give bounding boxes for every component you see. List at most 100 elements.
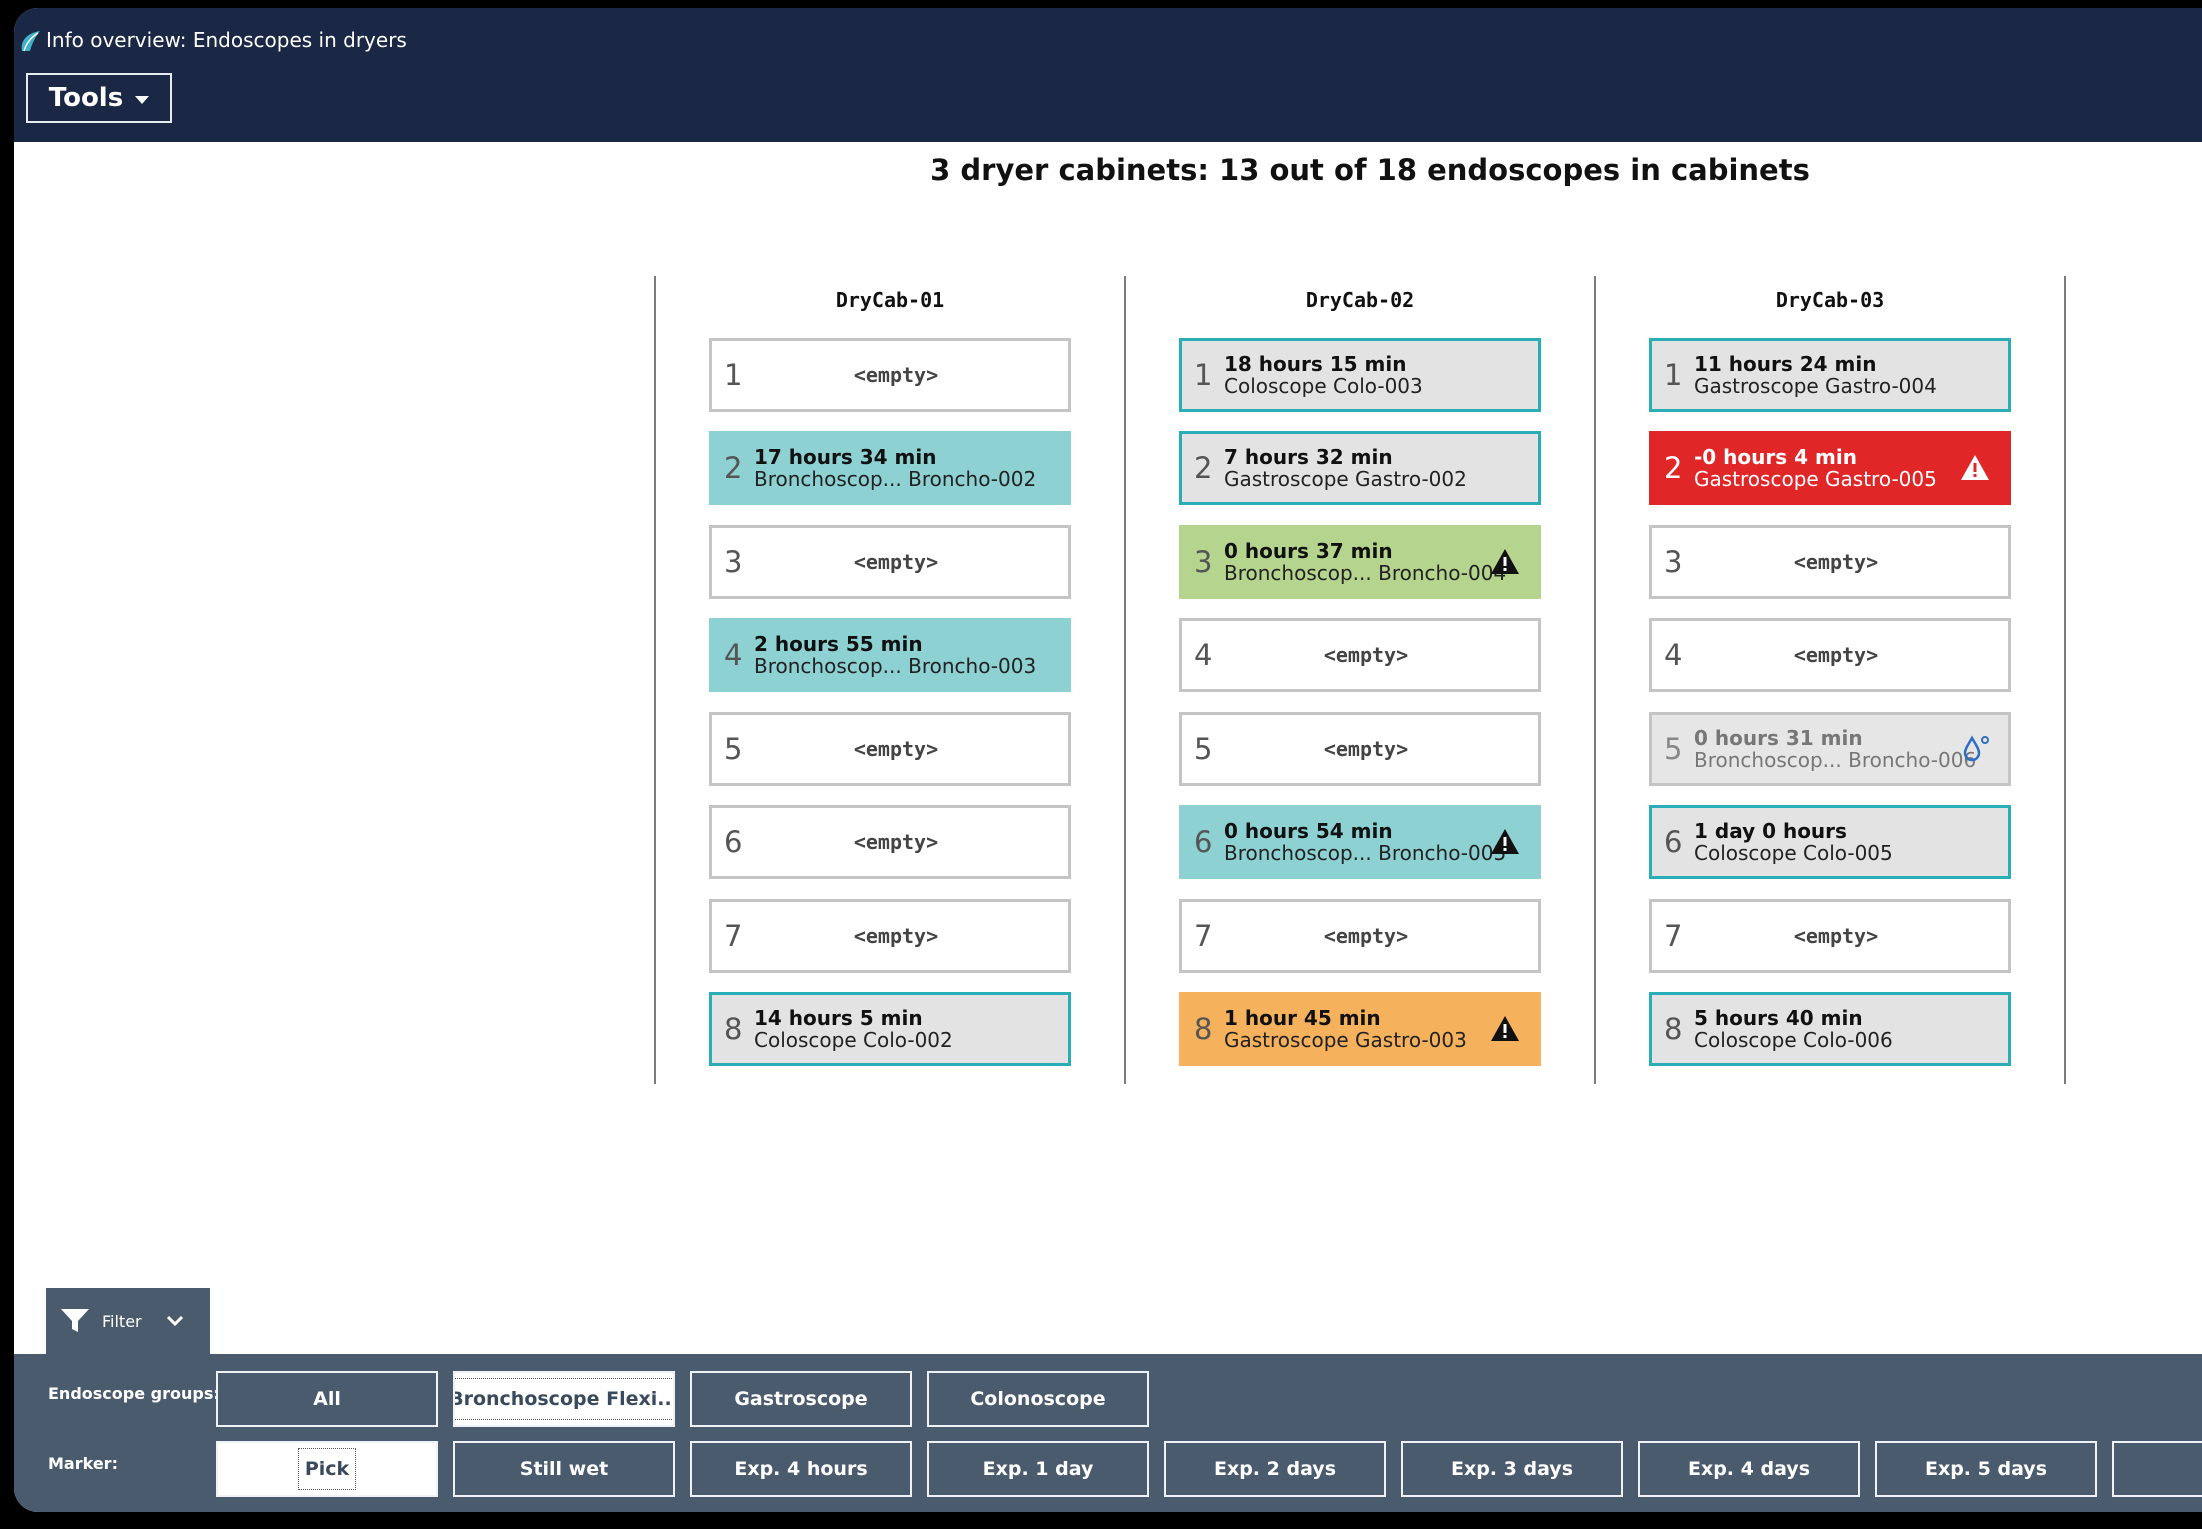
marker-button[interactable]: Still wet xyxy=(453,1441,675,1497)
marker-button[interactable]: Exp xyxy=(2112,1441,2202,1497)
marker-button[interactable]: Exp. 1 day xyxy=(927,1441,1149,1497)
empty-slot[interactable]: 7 <empty> xyxy=(709,899,1071,973)
endoscope-name: Gastroscope Gastro-002 xyxy=(1224,467,1467,490)
endoscope-slot[interactable]: 1 18 hours 15 min Coloscope Colo-003 xyxy=(1179,338,1541,412)
slot-number: 2 xyxy=(1194,450,1213,485)
marker-label: Exp. 2 days xyxy=(1213,1458,1337,1480)
marker-label: Exp. 4 days xyxy=(1687,1458,1811,1480)
cabinet-divider xyxy=(1124,276,1126,1084)
endoscope-slot[interactable]: 81 hour 45 min Gastroscope Gastro-003 xyxy=(1179,992,1541,1066)
cabinet-divider xyxy=(2064,276,2066,1084)
empty-label: <empty> xyxy=(1323,924,1409,948)
endoscope-name: Coloscope Colo-006 xyxy=(1694,1028,1893,1051)
slot-number: 4 xyxy=(1664,637,1683,672)
empty-slot[interactable]: 7 <empty> xyxy=(1179,899,1541,973)
empty-slot[interactable]: 7 <empty> xyxy=(1649,899,2011,973)
slot-number: 8 xyxy=(724,1011,743,1046)
drying-time: 7 hours 32 min xyxy=(1224,446,1393,469)
endoscope-group-button[interactable]: Gastroscope xyxy=(690,1371,912,1427)
warning-icon xyxy=(1491,829,1519,854)
endoscope-slot[interactable]: 2 17 hours 34 min Bronchoscop... Broncho-0… xyxy=(709,431,1071,505)
drying-time: 2 hours 55 min xyxy=(754,633,923,656)
empty-slot[interactable]: 1 <empty> xyxy=(709,338,1071,412)
endoscope-group-button[interactable]: Bronchoscope Flexi... xyxy=(453,1371,675,1427)
empty-label: <empty> xyxy=(1793,550,1879,574)
empty-label: <empty> xyxy=(1793,643,1879,667)
endoscope-name: Coloscope Colo-002 xyxy=(754,1028,953,1051)
marker-label: Exp. 4 hours xyxy=(734,1458,868,1480)
slot-number: 7 xyxy=(1194,918,1213,953)
app-logo-icon xyxy=(21,31,40,52)
dryer-cabinet: DryCab-02 1 18 hours 15 min Coloscope Colo-… xyxy=(1179,276,1541,1066)
chevron-down-icon xyxy=(166,1315,183,1327)
slot-number: 2 xyxy=(1664,450,1683,485)
overview-title: 3 dryer cabinets: 13 out of 18 endoscope… xyxy=(930,153,1810,187)
endoscope-name: Bronchoscop... Broncho-002 xyxy=(754,467,1037,490)
marker-button[interactable]: Exp. 5 days xyxy=(1875,1441,2097,1497)
droplet-icon xyxy=(1963,735,1989,762)
endoscope-group-button[interactable]: All xyxy=(216,1371,438,1427)
slot-number: 1 xyxy=(1194,357,1213,392)
empty-slot[interactable]: 5 <empty> xyxy=(709,712,1071,786)
slot-number: 6 xyxy=(1194,824,1213,859)
empty-label: <empty> xyxy=(853,363,939,387)
slot-number: 6 xyxy=(1664,824,1683,859)
title-bar: Info overview: Endoscopes in dryers Tool… xyxy=(14,8,2202,142)
endoscope-slot[interactable]: 6 1 day 0 hours Coloscope Colo-005 xyxy=(1649,805,2011,879)
endoscope-group-button[interactable]: Colonoscope xyxy=(927,1371,1149,1427)
slot-info: 2 hours 55 min Bronchoscop... Broncho-003 xyxy=(754,633,1068,677)
slot-number: 2 xyxy=(724,450,743,485)
empty-label: <empty> xyxy=(853,924,939,948)
empty-label: <empty> xyxy=(1323,643,1409,667)
endoscope-slot[interactable]: 4 2 hours 55 min Bronchoscop... Broncho-00… xyxy=(709,618,1071,692)
endoscope-slot[interactable]: 2 -0 hours 4 min Gastroscope Gastro-005 xyxy=(1649,431,2011,505)
cabinet-title: DryCab-01 xyxy=(835,288,945,312)
slot-number: 6 xyxy=(724,824,743,859)
slot-number: 7 xyxy=(724,918,743,953)
marker-button[interactable]: Exp. 3 days xyxy=(1401,1441,1623,1497)
endoscope-groups-label: Endoscope groups: xyxy=(48,1384,220,1403)
endoscope-slot[interactable]: 8 5 hours 40 min Coloscope Colo-006 xyxy=(1649,992,2011,1066)
empty-slot[interactable]: 4 <empty> xyxy=(1649,618,2011,692)
tools-menu-button[interactable]: Tools xyxy=(26,73,172,123)
slot-number: 5 xyxy=(1664,731,1683,766)
marker-button[interactable]: Exp. 4 hours xyxy=(690,1441,912,1497)
empty-slot[interactable]: 4 <empty> xyxy=(1179,618,1541,692)
endoscope-slot[interactable]: 1 11 hours 24 min Gastroscope Gastro-004 xyxy=(1649,338,2011,412)
slot-number: 3 xyxy=(1194,544,1213,579)
endoscope-slot[interactable]: 60 hours 54 min Bronchoscop... Broncho-00… xyxy=(1179,805,1541,879)
empty-slot[interactable]: 6 <empty> xyxy=(709,805,1071,879)
app-window: Info overview: Endoscopes in dryers Tool… xyxy=(14,8,2202,1512)
empty-label: <empty> xyxy=(1323,737,1409,761)
tools-label: Tools xyxy=(48,83,124,113)
filter-toggle[interactable]: Filter xyxy=(46,1288,210,1354)
empty-label: <empty> xyxy=(853,830,939,854)
endoscope-slot[interactable]: 2 7 hours 32 min Gastroscope Gastro-002 xyxy=(1179,431,1541,505)
slot-info: 5 hours 40 min Coloscope Colo-006 xyxy=(1694,1007,2008,1051)
slot-number: 3 xyxy=(1664,544,1683,579)
endoscope-slot[interactable]: 30 hours 37 min Bronchoscop... Broncho-00… xyxy=(1179,525,1541,599)
slot-number: 5 xyxy=(724,731,743,766)
slot-number: 3 xyxy=(724,544,743,579)
marker-button[interactable]: Exp. 2 days xyxy=(1164,1441,1386,1497)
cabinet-title: DryCab-02 xyxy=(1305,288,1415,312)
slot-number: 7 xyxy=(1664,918,1683,953)
marker-button[interactable]: Pick xyxy=(216,1441,438,1497)
empty-slot[interactable]: 3 <empty> xyxy=(1649,525,2011,599)
cabinet-title: DryCab-03 xyxy=(1775,288,1885,312)
slot-number: 4 xyxy=(1194,637,1213,672)
dryer-cabinet: DryCab-01 1 <empty> 2 17 hours 34 min Broncho… xyxy=(709,276,1071,1066)
marker-button[interactable]: Exp. 4 days xyxy=(1638,1441,1860,1497)
warning-icon xyxy=(1491,549,1519,574)
endoscope-slot[interactable]: 8 14 hours 5 min Coloscope Colo-002 xyxy=(709,992,1071,1066)
endoscope-name: Gastroscope Gastro-004 xyxy=(1694,374,1937,397)
empty-slot[interactable]: 5 <empty> xyxy=(1179,712,1541,786)
filter-panel: Endoscope groups: All Bronchoscope Flexi.… xyxy=(14,1354,2202,1512)
endoscope-group-label: All xyxy=(313,1388,341,1410)
slot-number: 8 xyxy=(1194,1011,1213,1046)
empty-slot[interactable]: 3 <empty> xyxy=(709,525,1071,599)
slot-number: 4 xyxy=(724,637,743,672)
empty-label: <empty> xyxy=(853,550,939,574)
endoscope-name: Coloscope Colo-003 xyxy=(1224,374,1423,397)
endoscope-slot[interactable]: 50 hours 31 min Bronchoscop... Broncho-00… xyxy=(1649,712,2011,786)
